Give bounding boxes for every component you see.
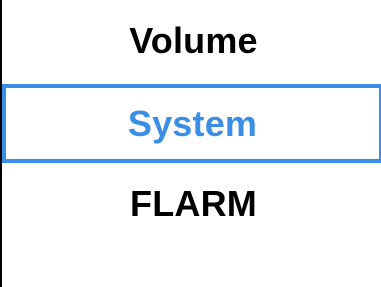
menu-item-system-selected[interactable]: System (2, 84, 381, 163)
menu-panel: Volume System FLARM (0, 0, 381, 287)
menu-item-volume[interactable]: Volume (4, 8, 381, 74)
menu-item-flarm[interactable]: FLARM (4, 168, 381, 240)
